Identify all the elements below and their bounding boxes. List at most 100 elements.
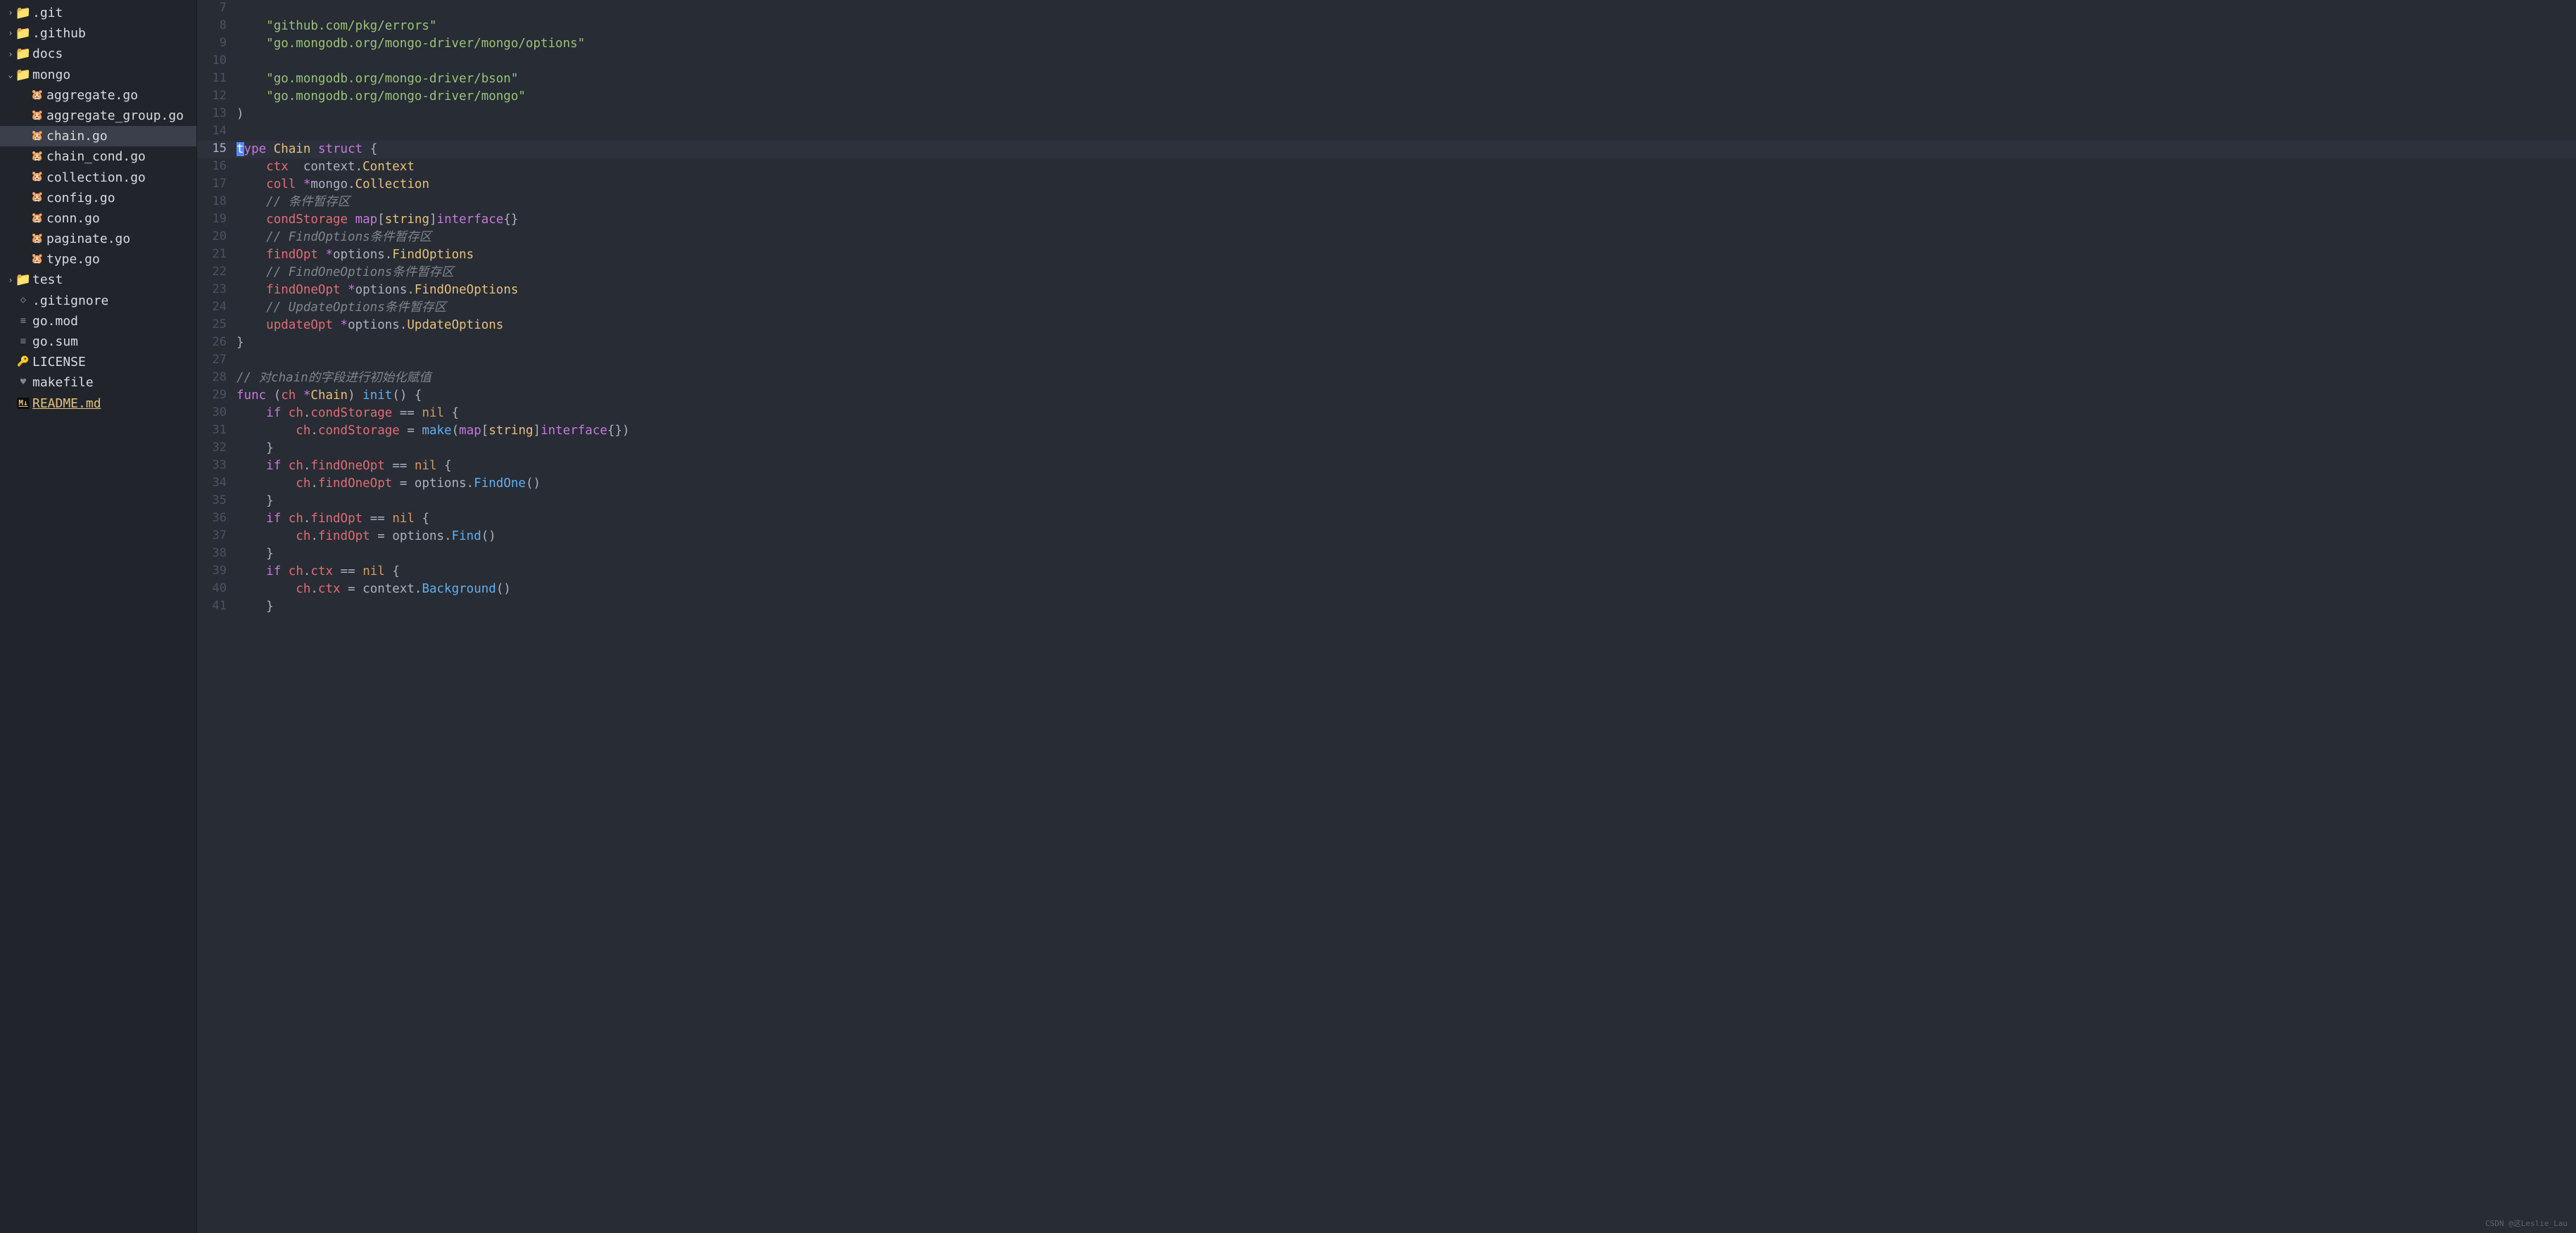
tree-item--git[interactable]: ›📁.git: [0, 3, 196, 23]
tree-item-go-mod[interactable]: ≡go.mod: [0, 311, 196, 331]
code-content[interactable]: ): [236, 106, 244, 123]
code-content[interactable]: "go.mongodb.org/mongo-driver/mongo": [236, 88, 526, 106]
code-line[interactable]: 20 // FindOptions条件暂存区: [197, 229, 2576, 246]
code-line[interactable]: 12 "go.mongodb.org/mongo-driver/mongo": [197, 88, 2576, 106]
code-content[interactable]: "go.mongodb.org/mongo-driver/bson": [236, 70, 518, 88]
code-content[interactable]: // FindOptions条件暂存区: [236, 229, 431, 246]
code-line[interactable]: 11 "go.mongodb.org/mongo-driver/bson": [197, 70, 2576, 88]
tree-item-aggregate-go[interactable]: 🐹aggregate.go: [0, 85, 196, 106]
code-line[interactable]: 13): [197, 106, 2576, 123]
code-line[interactable]: 15type Chain struct {: [197, 141, 2576, 158]
go-file-icon: 🐹: [30, 150, 45, 164]
code-content[interactable]: ch.ctx = context.Background(): [236, 581, 511, 598]
code-content[interactable]: type Chain struct {: [236, 141, 377, 158]
code-content[interactable]: condStorage map[string]interface{}: [236, 211, 518, 229]
code-content[interactable]: coll *mongo.Collection: [236, 176, 429, 194]
code-content[interactable]: }: [236, 334, 244, 352]
tree-item-chain-go[interactable]: 🐹chain.go: [0, 126, 196, 146]
tree-item--github[interactable]: ›📁.github: [0, 23, 196, 44]
code-content[interactable]: ch.findOneOpt = options.FindOne(): [236, 475, 541, 493]
code-content[interactable]: // 对chain的字段进行初始化赋值: [236, 369, 431, 387]
code-line[interactable]: 8 "github.com/pkg/errors": [197, 18, 2576, 35]
tree-item-conn-go[interactable]: 🐹conn.go: [0, 208, 196, 229]
tree-item-license[interactable]: 🔑LICENSE: [0, 352, 196, 372]
code-content[interactable]: "go.mongodb.org/mongo-driver/mongo/optio…: [236, 35, 585, 53]
code-line[interactable]: 33 if ch.findOneOpt == nil {: [197, 457, 2576, 475]
code-content[interactable]: }: [236, 440, 274, 457]
code-line[interactable]: 29func (ch *Chain) init() {: [197, 387, 2576, 405]
tree-item-chain-cond-go[interactable]: 🐹chain_cond.go: [0, 146, 196, 167]
code-line[interactable]: 23 findOneOpt *options.FindOneOptions: [197, 282, 2576, 299]
tree-item-docs[interactable]: ›📁docs: [0, 44, 196, 64]
tree-item-mongo[interactable]: ⌄📁mongo: [0, 65, 196, 85]
code-content[interactable]: if ch.condStorage == nil {: [236, 405, 459, 422]
code-line[interactable]: 28// 对chain的字段进行初始化赋值: [197, 369, 2576, 387]
file-explorer-sidebar[interactable]: ›📁.git›📁.github›📁docs⌄📁mongo🐹aggregate.g…: [0, 0, 197, 1233]
folder-icon: 📁: [15, 45, 31, 63]
code-line[interactable]: 40 ch.ctx = context.Background(): [197, 581, 2576, 598]
line-number: 7: [197, 0, 236, 18]
code-line[interactable]: 38 }: [197, 545, 2576, 563]
line-number: 30: [197, 405, 236, 422]
code-line[interactable]: 21 findOpt *options.FindOptions: [197, 246, 2576, 264]
code-line[interactable]: 7: [197, 0, 2576, 18]
code-line[interactable]: 9 "go.mongodb.org/mongo-driver/mongo/opt…: [197, 35, 2576, 53]
code-line[interactable]: 27: [197, 352, 2576, 369]
code-content[interactable]: }: [236, 493, 274, 510]
chevron-icon: ›: [6, 7, 15, 19]
code-content[interactable]: func (ch *Chain) init() {: [236, 387, 422, 405]
code-line[interactable]: 37 ch.findOpt = options.Find(): [197, 528, 2576, 545]
code-content[interactable]: findOpt *options.FindOptions: [236, 246, 474, 264]
line-number: 21: [197, 246, 236, 264]
tree-item-collection-go[interactable]: 🐹collection.go: [0, 167, 196, 188]
code-content[interactable]: findOneOpt *options.FindOneOptions: [236, 282, 518, 299]
code-line[interactable]: 39 if ch.ctx == nil {: [197, 563, 2576, 581]
code-line[interactable]: 32 }: [197, 440, 2576, 457]
tree-item-go-sum[interactable]: ≡go.sum: [0, 331, 196, 352]
code-content[interactable]: }: [236, 598, 274, 616]
line-number: 20: [197, 229, 236, 246]
code-content[interactable]: if ch.findOneOpt == nil {: [236, 457, 452, 475]
tree-item-aggregate-group-go[interactable]: 🐹aggregate_group.go: [0, 106, 196, 126]
code-line[interactable]: 24 // UpdateOptions条件暂存区: [197, 299, 2576, 317]
code-line[interactable]: 34 ch.findOneOpt = options.FindOne(): [197, 475, 2576, 493]
file-icon: ≡: [15, 315, 31, 329]
tree-item-type-go[interactable]: 🐹type.go: [0, 249, 196, 270]
line-number: 37: [197, 528, 236, 545]
code-line[interactable]: 25 updateOpt *options.UpdateOptions: [197, 317, 2576, 334]
code-line[interactable]: 30 if ch.condStorage == nil {: [197, 405, 2576, 422]
code-content[interactable]: ctx context.Context: [236, 158, 415, 176]
code-content[interactable]: "github.com/pkg/errors": [236, 18, 436, 35]
code-content[interactable]: // UpdateOptions条件暂存区: [236, 299, 446, 317]
code-content[interactable]: if ch.findOpt == nil {: [236, 510, 429, 528]
code-content[interactable]: // 条件暂存区: [236, 194, 350, 211]
code-content[interactable]: updateOpt *options.UpdateOptions: [236, 317, 503, 334]
code-line[interactable]: 18 // 条件暂存区: [197, 194, 2576, 211]
code-line[interactable]: 19 condStorage map[string]interface{}: [197, 211, 2576, 229]
code-content[interactable]: }: [236, 545, 274, 563]
code-line[interactable]: 10: [197, 53, 2576, 70]
code-line[interactable]: 14: [197, 123, 2576, 141]
code-editor[interactable]: 78 "github.com/pkg/errors"9 "go.mongodb.…: [197, 0, 2576, 1233]
line-number: 33: [197, 457, 236, 475]
code-line[interactable]: 41 }: [197, 598, 2576, 616]
tree-item--gitignore[interactable]: ◇.gitignore: [0, 291, 196, 311]
tree-item-readme-md[interactable]: M↓README.md: [0, 393, 196, 414]
code-content[interactable]: // FindOneOptions条件暂存区: [236, 264, 454, 282]
tree-item-test[interactable]: ›📁test: [0, 270, 196, 290]
code-line[interactable]: 26}: [197, 334, 2576, 352]
code-line[interactable]: 22 // FindOneOptions条件暂存区: [197, 264, 2576, 282]
code-line[interactable]: 35 }: [197, 493, 2576, 510]
code-line[interactable]: 16 ctx context.Context: [197, 158, 2576, 176]
tree-item-paginate-go[interactable]: 🐹paginate.go: [0, 229, 196, 249]
tree-item-label: config.go: [46, 189, 115, 207]
code-line[interactable]: 17 coll *mongo.Collection: [197, 176, 2576, 194]
tree-item-config-go[interactable]: 🐹config.go: [0, 188, 196, 208]
code-line[interactable]: 31 ch.condStorage = make(map[string]inte…: [197, 422, 2576, 440]
code-content[interactable]: ch.findOpt = options.Find(): [236, 528, 496, 545]
code-content[interactable]: ch.condStorage = make(map[string]interfa…: [236, 422, 630, 440]
code-content[interactable]: if ch.ctx == nil {: [236, 563, 400, 581]
code-line[interactable]: 36 if ch.findOpt == nil {: [197, 510, 2576, 528]
tree-item-makefile[interactable]: ♥makefile: [0, 372, 196, 393]
folder-icon: 📁: [15, 66, 31, 84]
